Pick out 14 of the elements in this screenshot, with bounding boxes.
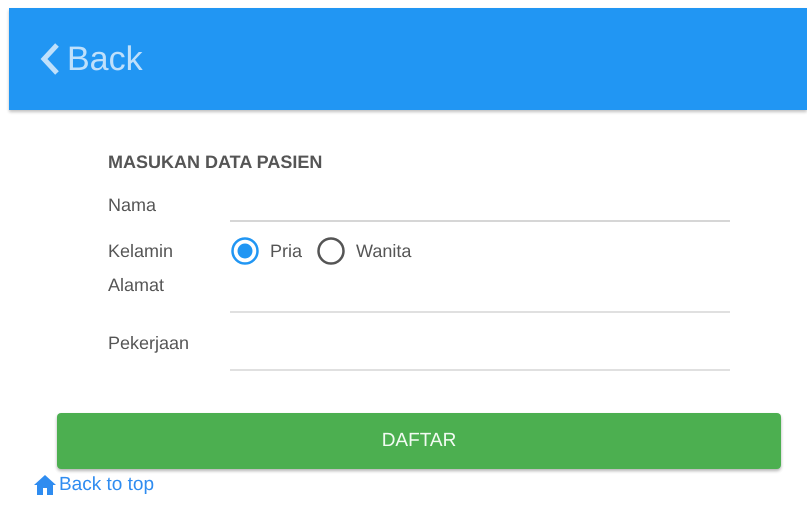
field-label: Pekerjaan (108, 332, 190, 354)
field-label: Alamat (108, 274, 166, 296)
back-button[interactable]: Back (39, 40, 143, 78)
field-label: Kelamin (108, 240, 174, 262)
form-title: MASUKAN DATA PASIEN (108, 152, 324, 173)
submit-button[interactable]: DAFTAR (57, 413, 781, 469)
radio-option[interactable]: Wanita (316, 236, 422, 266)
radio-icon[interactable] (316, 236, 346, 266)
chevron-left-icon[interactable] (39, 42, 61, 76)
radio-icon[interactable] (230, 236, 260, 266)
back-to-top-link[interactable]: Back to top (33, 474, 154, 496)
home-icon[interactable] (33, 474, 57, 496)
radio-option[interactable]: Pria (230, 236, 312, 266)
field-label: Nama (108, 194, 158, 216)
